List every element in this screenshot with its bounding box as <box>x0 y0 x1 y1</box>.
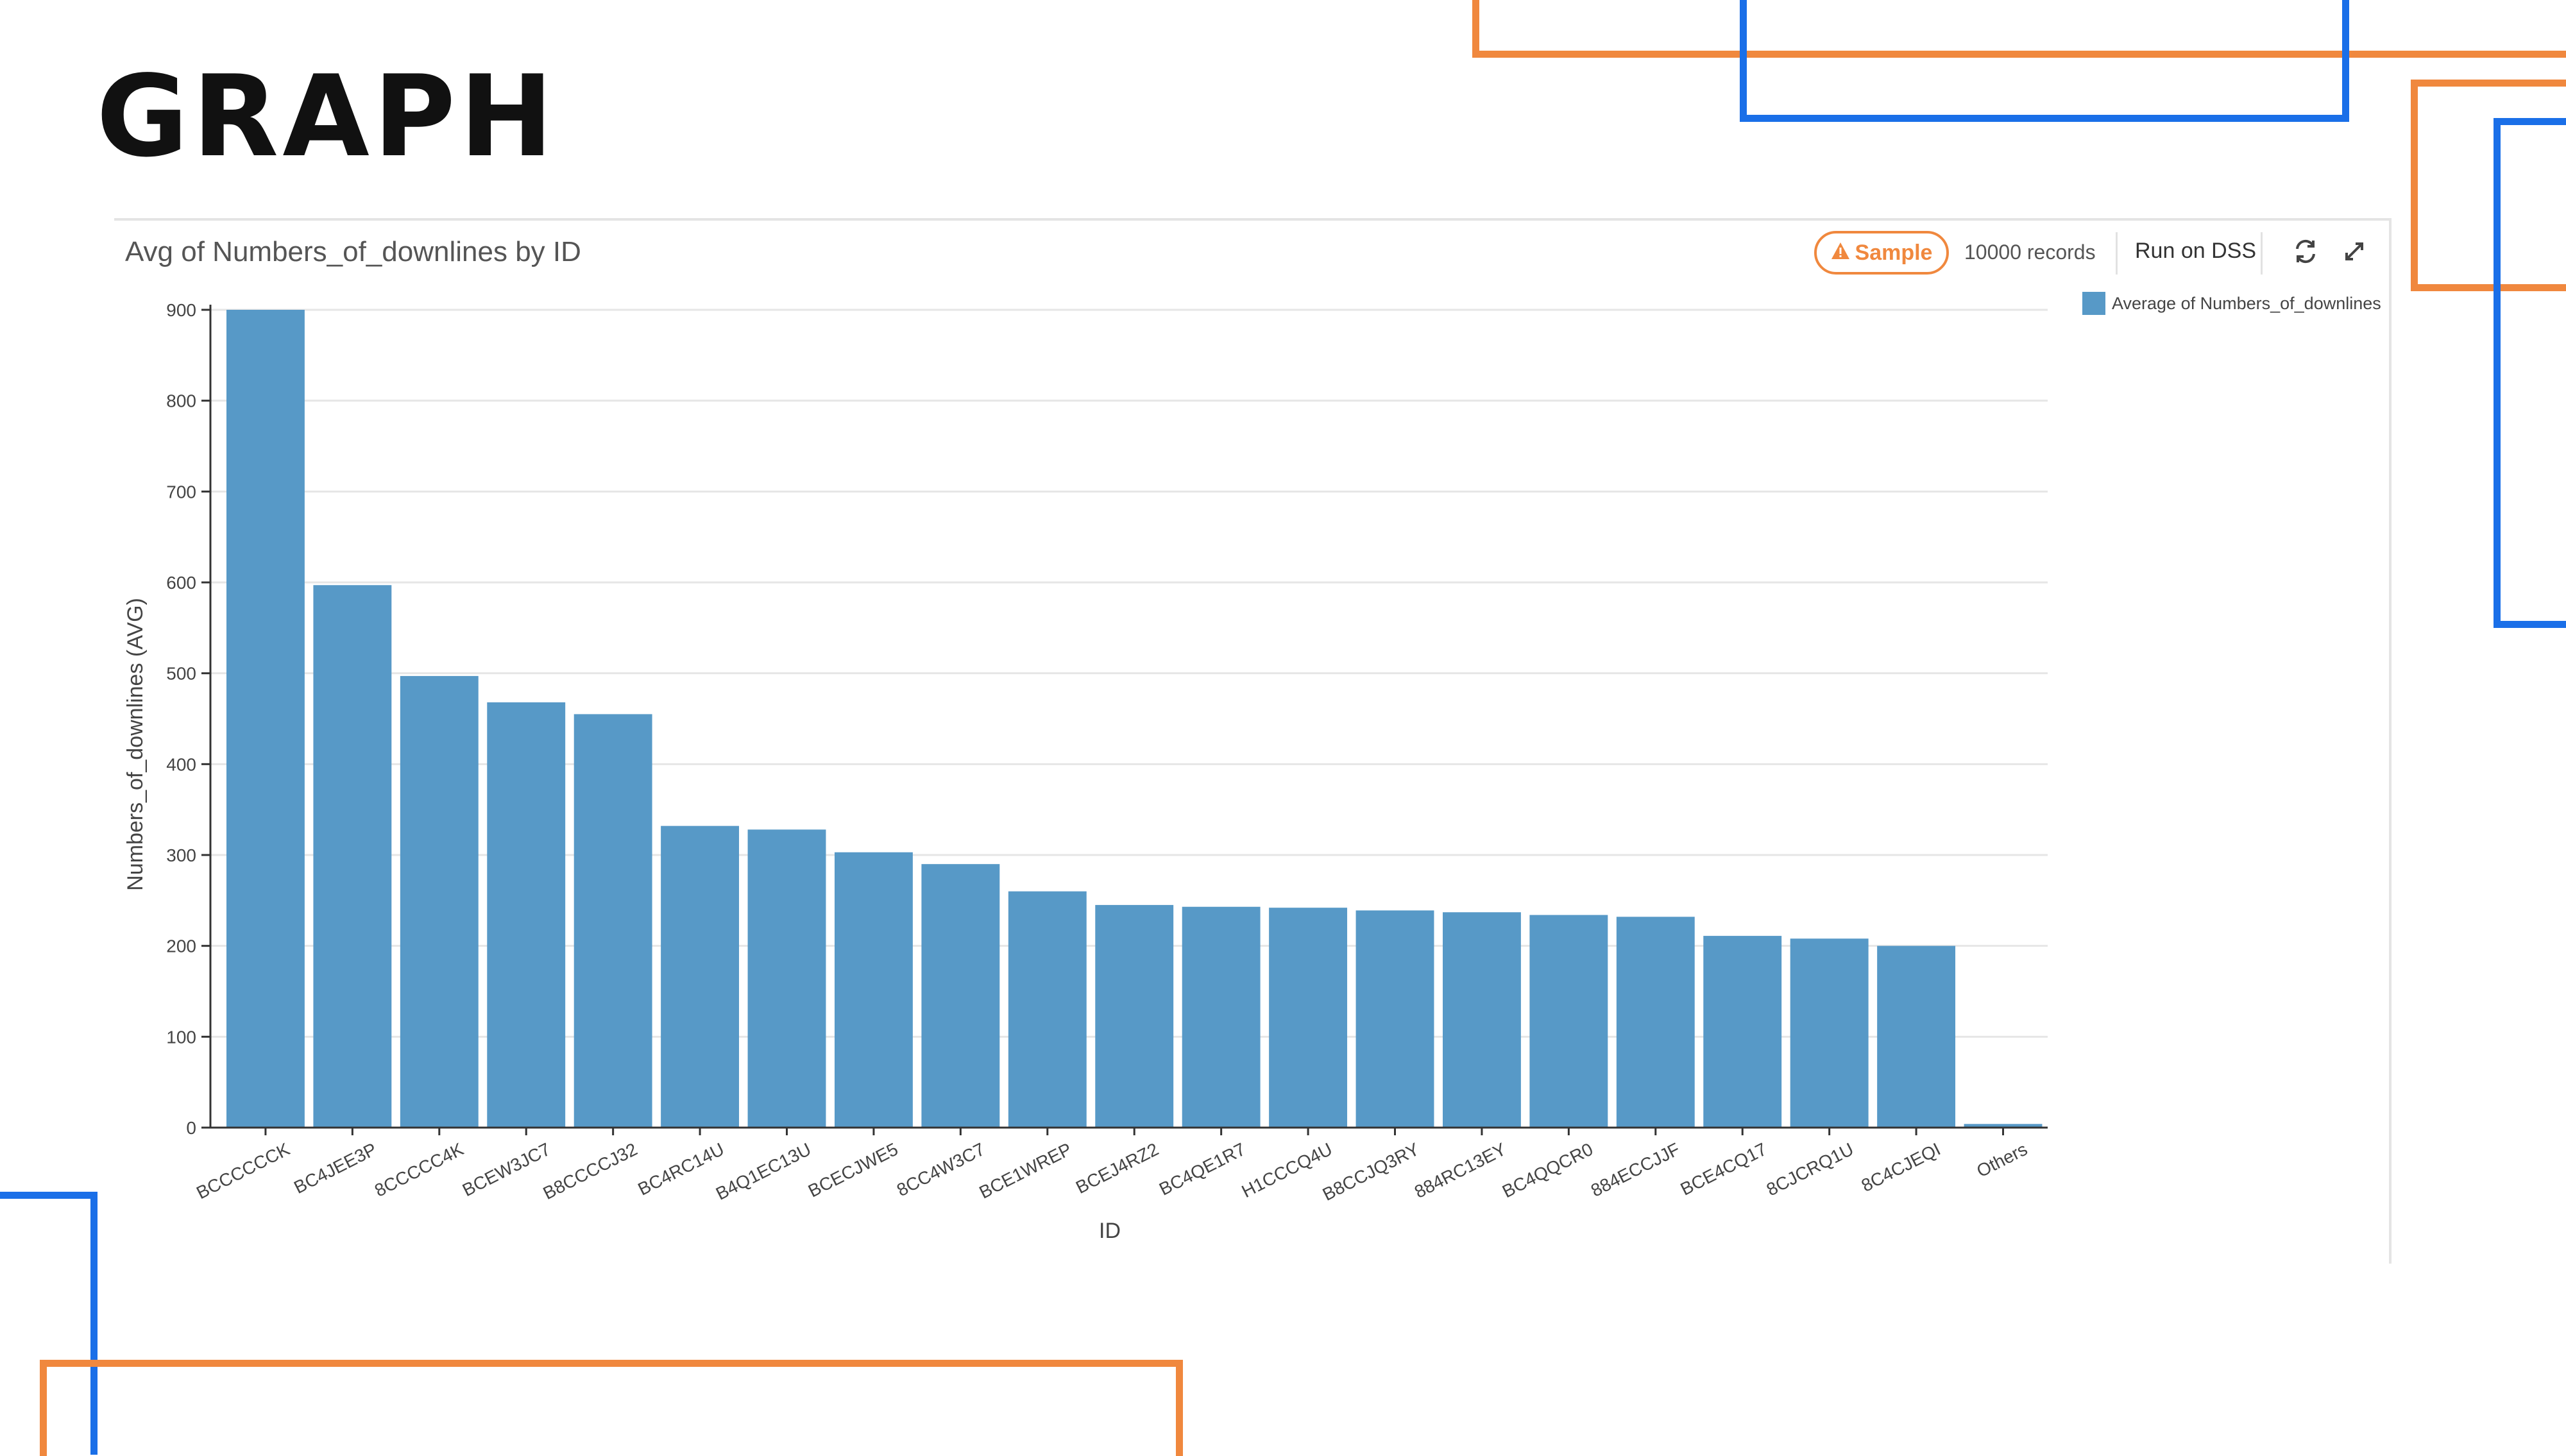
x-tick-label: Others <box>1973 1139 2030 1181</box>
x-tick-label: BC4QE1R7 <box>1156 1139 1248 1199</box>
x-tick-label: BCE1WREP <box>976 1139 1075 1203</box>
y-tick-label: 900 <box>166 300 196 320</box>
x-tick-label: 8C4CJEQI <box>1858 1139 1943 1196</box>
bar <box>1443 912 1521 1128</box>
bar <box>835 852 913 1128</box>
x-tick-label: B8CCCCJ32 <box>540 1139 640 1203</box>
x-tick-label: 8CJCRQ1U <box>1763 1139 1857 1200</box>
x-tick-label: BC4JEE3P <box>291 1139 380 1198</box>
x-axis-title: ID <box>1099 1219 1121 1243</box>
y-tick-label: 200 <box>166 936 196 956</box>
bar <box>747 829 826 1128</box>
x-tick-label: BC4RC14U <box>634 1139 727 1199</box>
y-tick-label: 800 <box>166 391 196 411</box>
bar <box>1182 906 1261 1128</box>
x-tick-label: BC4QQCR0 <box>1499 1139 1596 1202</box>
x-tick-label: B4Q1EC13U <box>713 1139 814 1204</box>
bar <box>661 825 740 1128</box>
x-tick-label: H1CCCQ4U <box>1238 1139 1335 1202</box>
y-tick-label: 100 <box>166 1027 196 1047</box>
x-tick-label: BCECJWE5 <box>805 1139 901 1201</box>
y-tick-label: 300 <box>166 845 196 865</box>
bar <box>1616 917 1695 1128</box>
bar <box>1095 904 1174 1128</box>
bar <box>1008 891 1087 1128</box>
x-tick-label: 884RC13EY <box>1411 1139 1509 1202</box>
x-tick-label: 8CCCCC4K <box>371 1139 467 1201</box>
y-tick-label: 0 <box>186 1118 196 1138</box>
bar <box>313 585 392 1128</box>
bar <box>226 310 305 1128</box>
y-axis-title: Numbers_of_downlines (AVG) <box>123 598 148 891</box>
bar <box>921 864 1000 1128</box>
bar <box>1790 938 1869 1128</box>
bar <box>574 714 652 1128</box>
bar <box>1355 910 1434 1128</box>
bar <box>1269 908 1348 1128</box>
bar-chart: 0 100 200 300 400 500 600 700 800 900 BCCCCCCKBC4J… <box>123 300 2048 1243</box>
y-tick-label: 500 <box>166 664 196 684</box>
y-tick-label: 700 <box>166 482 196 502</box>
x-tick-label: 884ECCJJF <box>1588 1139 1683 1201</box>
bar <box>1703 936 1782 1128</box>
x-tick-label: BCCCCCCK <box>193 1139 293 1203</box>
bar <box>1877 945 1956 1128</box>
bar <box>487 702 566 1128</box>
y-tick-label: 600 <box>166 573 196 593</box>
x-tick-label: 8CC4W3C7 <box>894 1139 988 1200</box>
x-tick-label: B8CCJQ3RY <box>1320 1139 1423 1205</box>
y-tick-label: 400 <box>166 754 196 774</box>
x-tick-label: BCEW3JC7 <box>459 1139 554 1200</box>
x-tick-label: BCEJ4RZ2 <box>1073 1139 1162 1198</box>
bar <box>400 675 479 1128</box>
x-tick-label: BCE4CQ17 <box>1678 1139 1770 1199</box>
bar <box>1529 915 1608 1128</box>
